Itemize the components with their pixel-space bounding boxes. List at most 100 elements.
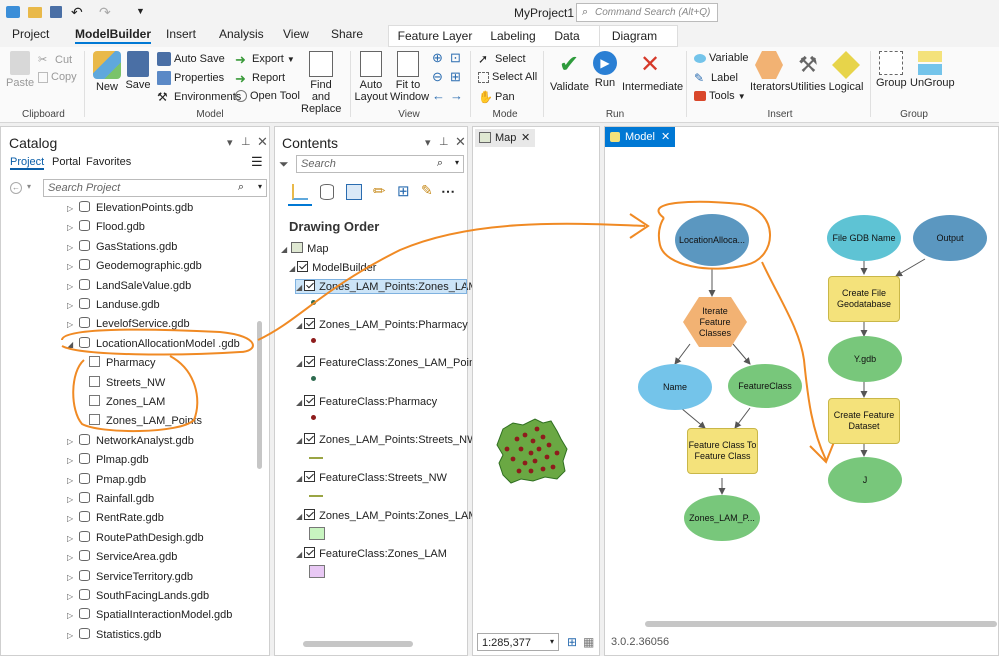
catalog-gdb-item[interactable]: ▷ ServiceTerritory.gdb bbox=[67, 569, 193, 583]
command-search[interactable]: ⌕ Command Search (Alt+Q) bbox=[576, 3, 718, 22]
node-j[interactable]: J bbox=[828, 457, 902, 503]
chevron-right-icon[interactable]: ▷ bbox=[67, 243, 79, 252]
utilities-button[interactable]: ⚒ Utilities bbox=[790, 51, 826, 93]
chevron-down-icon[interactable]: ◢ bbox=[289, 264, 295, 273]
next-extent-icon[interactable]: → bbox=[450, 88, 463, 103]
layer-checkbox[interactable] bbox=[304, 356, 316, 368]
open-tool-button[interactable]: Open Tool bbox=[235, 90, 300, 103]
chevron-down-icon[interactable]: ◢ bbox=[296, 512, 302, 521]
catalog-search-input[interactable]: Search Project ⌕ ▾ bbox=[43, 179, 267, 197]
previous-extent-icon[interactable]: ← bbox=[432, 88, 445, 103]
node-location-allocation[interactable]: LocationAlloca... bbox=[675, 214, 749, 266]
catalog-gdb-item[interactable]: ▷ ServiceArea.gdb bbox=[67, 550, 177, 563]
drawing-order-icon[interactable] bbox=[292, 184, 308, 200]
chevron-right-icon[interactable]: ▷ bbox=[67, 456, 79, 465]
tab-insert[interactable]: Insert bbox=[166, 27, 196, 41]
node-y-gdb[interactable]: Y.gdb bbox=[828, 336, 902, 382]
node-featureclass[interactable]: FeatureClass bbox=[728, 364, 802, 408]
contents-layer-row[interactable]: ◢ Zones_LAM_Points:Zones_LAM_Poi bbox=[295, 279, 500, 294]
catalog-gdb-item[interactable]: ▷ Geodemographic.gdb bbox=[67, 259, 202, 272]
catalog-gdb-item[interactable]: ▷ LevelofService.gdb bbox=[67, 317, 190, 330]
contents-layer-row[interactable]: ◢ FeatureClass:Streets_NW bbox=[296, 471, 447, 484]
zoom-full-icon[interactable]: ⊡ bbox=[450, 50, 461, 66]
pan-button[interactable]: ✋ Pan bbox=[478, 90, 515, 104]
layer-checkbox[interactable] bbox=[304, 471, 316, 482]
contents-layer-row[interactable]: ◢ Zones_LAM_Points:Streets_NW bbox=[296, 432, 478, 446]
catalog-tab-project[interactable]: Project bbox=[10, 156, 45, 170]
chevron-down-icon[interactable]: ◢ bbox=[296, 398, 302, 407]
layer-checkbox[interactable] bbox=[304, 394, 316, 406]
pane-options-icon[interactable]: ▾ bbox=[227, 136, 233, 149]
table-icon[interactable]: ▦ bbox=[583, 635, 594, 649]
close-icon[interactable]: ✕ bbox=[455, 134, 466, 150]
dropdown-icon[interactable]: ▾ bbox=[27, 182, 31, 191]
chevron-down-icon[interactable]: ◢ bbox=[296, 550, 302, 559]
contents-layer-row[interactable]: ◢ FeatureClass:Pharmacy bbox=[296, 394, 437, 408]
save-icon[interactable] bbox=[50, 6, 62, 18]
node-feature-class-to-feature-class[interactable]: Feature Class To Feature Class bbox=[687, 428, 758, 474]
tab-project[interactable]: Project bbox=[12, 27, 49, 41]
catalog-feature-class[interactable]: Zones_LAM_Points bbox=[89, 414, 202, 427]
map-tab[interactable]: Map ✕ bbox=[475, 129, 535, 147]
chevron-down-icon[interactable]: ◢ bbox=[281, 245, 287, 254]
cut-button[interactable]: ✂ Cut bbox=[38, 53, 72, 67]
back-icon[interactable]: ← bbox=[10, 182, 22, 194]
chevron-right-icon[interactable]: ▷ bbox=[67, 262, 79, 271]
tools-button[interactable]: Tools ▼ bbox=[694, 90, 746, 102]
new-model-button[interactable]: New bbox=[92, 51, 122, 93]
chevron-right-icon[interactable]: ▷ bbox=[67, 573, 79, 582]
catalog-gdb-item[interactable]: ▷ GasStations.gdb bbox=[67, 239, 177, 253]
auto-layout-button[interactable]: Auto Layout bbox=[354, 51, 388, 103]
close-icon[interactable]: ✕ bbox=[661, 130, 670, 143]
catalog-gdb-item[interactable]: ▷ NetworkAnalyst.gdb bbox=[67, 433, 194, 447]
catalog-gdb-item[interactable]: ▷ Statistics.gdb bbox=[67, 627, 161, 641]
chevron-right-icon[interactable]: ▷ bbox=[67, 282, 79, 291]
catalog-gdb-item[interactable]: ▷ Pmap.gdb bbox=[67, 472, 146, 486]
grid-icon[interactable]: ⊞ bbox=[567, 635, 577, 649]
chevron-down-icon[interactable]: ◢ bbox=[296, 283, 302, 292]
filter-icon[interactable]: ⏷ bbox=[279, 157, 289, 172]
contents-map-row[interactable]: ◢ Map bbox=[281, 242, 329, 255]
find-replace-button[interactable]: Find and Replace bbox=[301, 51, 341, 115]
catalog-tab-portal[interactable]: Portal bbox=[52, 156, 81, 168]
label-button[interactable]: ✎ Label bbox=[694, 71, 738, 85]
ungroup-button[interactable]: UnGroup bbox=[910, 51, 955, 89]
group-button[interactable]: Group bbox=[876, 51, 907, 89]
catalog-gdb-item[interactable]: ▷ RoutePathDesigh.gdb bbox=[67, 530, 204, 544]
node-file-gdb-name[interactable]: File GDB Name bbox=[827, 215, 901, 261]
catalog-feature-class[interactable]: Pharmacy bbox=[89, 356, 156, 369]
close-icon[interactable]: ✕ bbox=[521, 131, 530, 144]
layer-checkbox[interactable] bbox=[304, 318, 316, 330]
chevron-right-icon[interactable]: ▷ bbox=[67, 592, 79, 601]
validate-button[interactable]: ✔ Validate bbox=[550, 51, 589, 93]
catalog-gdb-item[interactable]: ▷ RentRate.gdb bbox=[67, 511, 164, 524]
variable-button[interactable]: Variable bbox=[694, 52, 749, 64]
catalog-feature-class[interactable]: Streets_NW bbox=[89, 375, 165, 389]
chevron-right-icon[interactable]: ▷ bbox=[67, 631, 79, 640]
data-source-icon[interactable] bbox=[320, 184, 334, 200]
pane-options-icon[interactable]: ▾ bbox=[425, 136, 431, 149]
tab-share[interactable]: Share bbox=[331, 27, 363, 41]
tab-data[interactable]: Data bbox=[545, 26, 589, 48]
layer-checkbox[interactable] bbox=[304, 509, 316, 521]
logical-button[interactable]: Logical bbox=[828, 51, 864, 93]
tab-view[interactable]: View bbox=[283, 27, 309, 41]
contents-hscrollbar[interactable] bbox=[303, 641, 413, 647]
tab-modelbuilder[interactable]: ModelBuilder bbox=[75, 27, 152, 44]
tab-feature-layer[interactable]: Feature Layer bbox=[389, 26, 481, 48]
chevron-down-icon[interactable]: ◢ bbox=[296, 321, 302, 330]
map-canvas[interactable] bbox=[473, 149, 599, 631]
layer-checkbox[interactable] bbox=[304, 280, 316, 291]
contents-layer-row[interactable]: ◢ Zones_LAM_Points:Pharmacy bbox=[296, 318, 468, 331]
catalog-gdb-item[interactable]: ▷ Plmap.gdb bbox=[67, 453, 149, 466]
snapping-icon[interactable]: ⊞ bbox=[397, 182, 410, 200]
undo-icon[interactable]: ↶ bbox=[71, 4, 83, 21]
paste-button[interactable]: Paste bbox=[6, 51, 34, 89]
contents-group-row[interactable]: ◢ ModelBuilder bbox=[289, 261, 376, 274]
zoom-out-icon[interactable]: ⊖ bbox=[432, 69, 443, 85]
chevron-right-icon[interactable]: ▷ bbox=[67, 223, 79, 232]
tab-labeling[interactable]: Labeling bbox=[481, 26, 545, 48]
catalog-gdb-item[interactable]: ▷ SpatialInteractionModel.gdb bbox=[67, 608, 232, 621]
chevron-down-icon[interactable]: ◢ bbox=[67, 340, 79, 349]
redo-icon[interactable]: ↷ bbox=[99, 4, 111, 21]
